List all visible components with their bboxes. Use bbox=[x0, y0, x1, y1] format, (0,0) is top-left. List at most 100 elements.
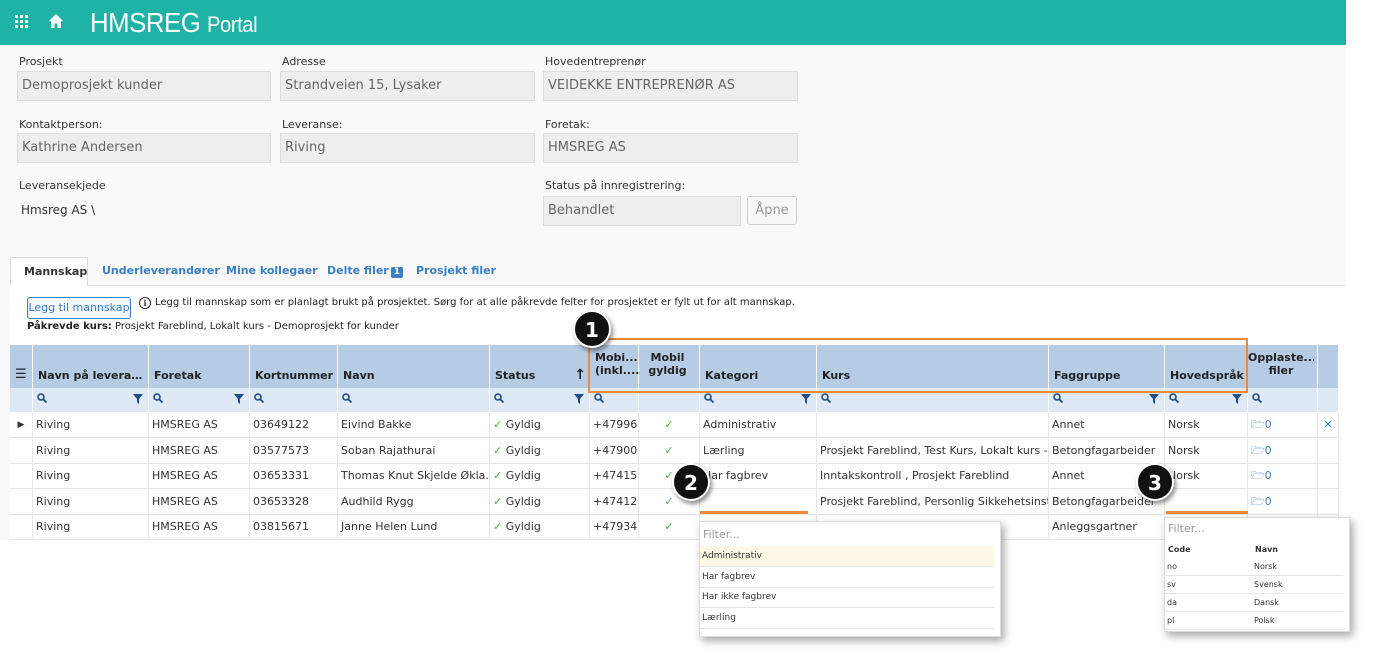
mobile-valid-check-icon: ✓ bbox=[664, 443, 674, 457]
row-selector[interactable] bbox=[10, 438, 33, 464]
row-delete[interactable] bbox=[1318, 464, 1339, 489]
cell-filer[interactable]: 🗁0 bbox=[1248, 464, 1318, 489]
table-row[interactable]: ▶ Riving HMSREG AS 03649122 Eivind Bakke ✓ Gy… bbox=[10, 413, 1339, 438]
grid-dot bbox=[15, 20, 18, 23]
column-filter-cell[interactable] bbox=[149, 388, 250, 412]
cell-fag: Annet bbox=[1049, 413, 1165, 438]
row-delete[interactable]: ✕ bbox=[1318, 413, 1339, 438]
column-header[interactable]: Navn på leveranse bbox=[33, 345, 149, 388]
column-header[interactable]: Kortnummer bbox=[250, 345, 338, 388]
cell-filer[interactable]: 🗁0 bbox=[1248, 413, 1318, 438]
filter-icon[interactable] bbox=[133, 394, 143, 404]
table-row[interactable]: Riving HMSREG AS 03815671 Janne Helen Lund ✓… bbox=[10, 515, 1339, 540]
search-icon[interactable] bbox=[594, 393, 604, 403]
table-row[interactable]: Riving HMSREG AS 03577573 Soban Rajathurai ✓… bbox=[10, 438, 1339, 464]
column-header[interactable]: Opplaste... filer bbox=[1248, 345, 1318, 388]
search-icon[interactable] bbox=[1169, 393, 1179, 403]
dropdown-option[interactable]: Har fagbrev bbox=[700, 567, 994, 588]
row-delete[interactable] bbox=[1318, 438, 1339, 464]
folder-icon[interactable]: 🗁 bbox=[1251, 444, 1265, 457]
cell-status: ✓ Gyldig bbox=[490, 413, 590, 438]
cell-fag: Anleggsgartner bbox=[1049, 515, 1165, 540]
filter-icon[interactable] bbox=[1149, 394, 1159, 404]
cell-mobil: +47996 bbox=[590, 413, 639, 438]
kategori-filter-input[interactable]: Filter... bbox=[700, 522, 1000, 548]
search-icon[interactable] bbox=[1252, 393, 1262, 403]
language-option[interactable]: sv Svensk bbox=[1165, 576, 1343, 594]
dropdown-option[interactable]: Administrativ bbox=[700, 546, 994, 567]
folder-icon[interactable]: 🗁 bbox=[1251, 495, 1265, 508]
check-icon: ✓ bbox=[493, 494, 506, 508]
kontaktperson-field[interactable]: Kathrine Andersen bbox=[17, 133, 271, 163]
row-selector[interactable] bbox=[10, 515, 33, 540]
prosjekt-field[interactable]: Demoprosjekt kunder bbox=[17, 71, 271, 101]
sprak-filter-input[interactable]: Filter... bbox=[1165, 516, 1349, 542]
file-count: 0 bbox=[1264, 469, 1272, 482]
adresse-field[interactable]: Strandveien 15, Lysaker bbox=[280, 71, 535, 101]
tab-mine-kollegaer[interactable]: Mine kollegaer bbox=[213, 257, 331, 286]
search-icon[interactable] bbox=[37, 393, 47, 403]
column-header[interactable]: Navn bbox=[338, 345, 490, 388]
row-delete[interactable] bbox=[1318, 489, 1339, 515]
dropdown-option[interactable]: Lærling bbox=[700, 608, 994, 629]
row-selector[interactable] bbox=[10, 489, 33, 515]
filter-icon[interactable] bbox=[1232, 394, 1242, 404]
home-icon[interactable] bbox=[48, 13, 64, 29]
cell-filer[interactable]: 🗁0 bbox=[1248, 438, 1318, 464]
cell-kort: 03649122 bbox=[250, 413, 338, 438]
tab-underleverandorer[interactable]: Underleverandører bbox=[89, 257, 233, 286]
search-icon[interactable] bbox=[704, 393, 714, 403]
column-filter-cell[interactable] bbox=[250, 388, 338, 412]
search-icon[interactable] bbox=[821, 393, 831, 403]
search-icon[interactable] bbox=[494, 393, 504, 403]
sort-asc-icon[interactable]: ↑ bbox=[574, 367, 586, 383]
cell-navn: Thomas Knut Skjelde Økla... bbox=[338, 464, 490, 489]
search-icon[interactable] bbox=[342, 393, 352, 403]
column-filter-cell[interactable] bbox=[1248, 388, 1318, 412]
apps-grid-icon[interactable] bbox=[15, 15, 28, 28]
cell-navn: Soban Rajathurai bbox=[338, 438, 490, 464]
row-selector[interactable]: ▶ bbox=[10, 413, 33, 438]
filter-icon[interactable] bbox=[234, 394, 244, 404]
cell-status: ✓ Gyldig bbox=[490, 489, 590, 515]
column-filter-cell[interactable] bbox=[338, 388, 490, 412]
grid-menu-header[interactable]: ☰ bbox=[10, 345, 33, 388]
cell-foretak: HMSREG AS bbox=[149, 515, 250, 540]
search-icon[interactable] bbox=[254, 393, 264, 403]
hovedentreprenor-field[interactable]: VEIDEKKE ENTREPRENØR AS bbox=[543, 71, 798, 101]
column-filter-cell[interactable] bbox=[33, 388, 149, 412]
filter-icon[interactable] bbox=[801, 394, 811, 404]
search-icon[interactable] bbox=[153, 393, 163, 403]
cell-fag: Betongfagarbeider bbox=[1049, 438, 1165, 464]
cell-status: ✓ Gyldig bbox=[490, 515, 590, 540]
row-selector[interactable] bbox=[10, 464, 33, 489]
apne-button[interactable]: Åpne bbox=[747, 196, 797, 225]
language-option[interactable]: no Norsk bbox=[1165, 558, 1343, 576]
search-icon[interactable] bbox=[1053, 393, 1063, 403]
add-crew-button[interactable]: Legg til mannskap bbox=[27, 297, 131, 319]
column-header-label: Status bbox=[495, 369, 536, 382]
tab-mannskap[interactable]: Mannskap bbox=[10, 257, 88, 286]
grid-header-end bbox=[1318, 345, 1339, 388]
grid-menu-icon[interactable]: ☰ bbox=[15, 367, 27, 382]
cell-kurs bbox=[817, 413, 1049, 438]
leveranse-field[interactable]: Riving bbox=[280, 133, 535, 163]
language-option[interactable]: pl Polsk bbox=[1165, 612, 1343, 630]
tab-label: Prosjekt filer bbox=[416, 264, 497, 277]
foretak-field[interactable]: HMSREG AS bbox=[543, 133, 798, 163]
column-header[interactable]: Foretak bbox=[149, 345, 250, 388]
folder-icon[interactable]: 🗁 bbox=[1251, 418, 1265, 431]
status-field: Behandlet bbox=[543, 196, 741, 226]
dropdown-option[interactable]: Har ikke fagbrev bbox=[700, 587, 994, 608]
language-option[interactable]: da Dansk bbox=[1165, 594, 1343, 612]
column-filter-cell[interactable] bbox=[490, 388, 590, 412]
cell-filer[interactable]: 🗁0 bbox=[1248, 489, 1318, 515]
filter-icon[interactable] bbox=[574, 394, 584, 404]
folder-icon[interactable]: 🗁 bbox=[1251, 469, 1265, 482]
tab-delte-filer[interactable]: Delte filer 1 bbox=[314, 257, 416, 286]
column-header[interactable]: Status ↑ bbox=[490, 345, 590, 388]
tab-prosjekt-filer[interactable]: Prosjekt filer bbox=[403, 257, 509, 286]
cell-kurs: Prosjekt Fareblind, Personlig Sikkehetsi… bbox=[817, 489, 1049, 515]
delete-icon[interactable]: ✕ bbox=[1323, 418, 1332, 431]
leveransekjede-value[interactable]: Hmsreg AS \ bbox=[21, 203, 95, 217]
